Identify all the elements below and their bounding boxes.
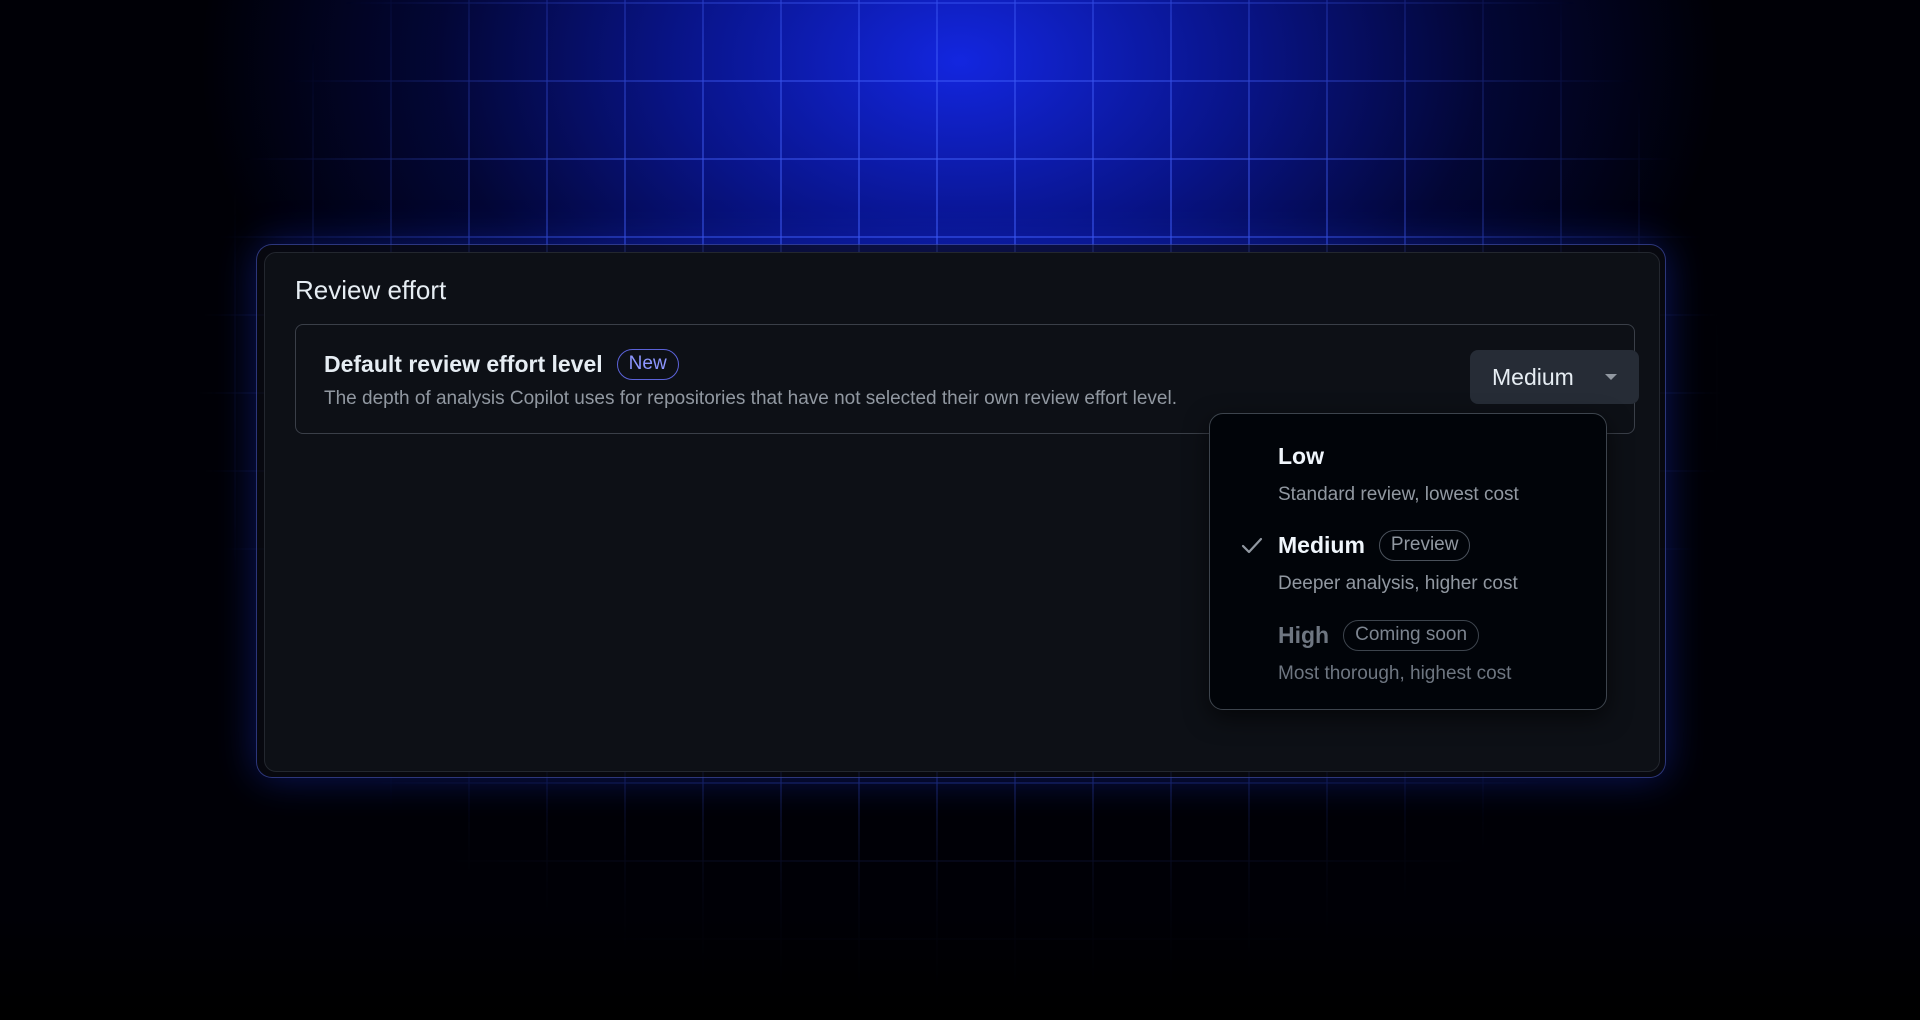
effort-level-select-button[interactable]: Medium	[1470, 350, 1639, 404]
setting-title: Default review effort level	[324, 351, 603, 377]
setting-title-group: Default review effort level New	[324, 349, 679, 380]
preview-badge: Preview	[1378, 529, 1471, 561]
check-icon	[1241, 537, 1263, 554]
select-button-label: Medium	[1492, 363, 1574, 390]
option-label: Medium	[1278, 531, 1365, 558]
option-head: Medium Preview	[1278, 527, 1471, 563]
dropdown-option-medium[interactable]: Medium Preview Deeper analysis, higher c…	[1210, 527, 1606, 615]
background-stage: Review effort Default review effort leve…	[0, 0, 1920, 1020]
setting-description: The depth of analysis Copilot uses for r…	[324, 388, 1177, 409]
effort-level-dropdown-menu: Low Standard review, lowest cost Medium …	[1209, 413, 1607, 710]
option-description: Most thorough, highest cost	[1278, 663, 1512, 684]
option-label: High	[1278, 621, 1330, 648]
dropdown-option-low[interactable]: Low Standard review, lowest cost	[1210, 438, 1606, 526]
dropdown-option-high: High Coming soon Most thorough, highest …	[1210, 617, 1606, 705]
new-badge: New	[616, 349, 679, 380]
option-label: Low	[1278, 442, 1324, 469]
triangle-down-icon	[1605, 374, 1617, 380]
option-description: Deeper analysis, higher cost	[1278, 573, 1518, 594]
option-description: Standard review, lowest cost	[1278, 484, 1519, 505]
option-head: Low	[1278, 438, 1324, 474]
section-title: Review effort	[295, 275, 447, 305]
option-head: High Coming soon	[1278, 617, 1480, 653]
coming-soon-badge: Coming soon	[1343, 619, 1480, 651]
